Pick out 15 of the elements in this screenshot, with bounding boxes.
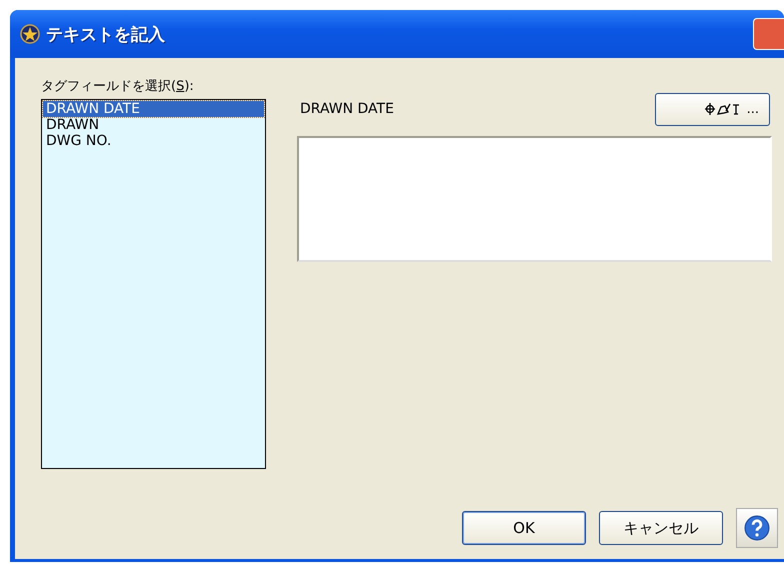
ok-button[interactable]: OK	[462, 511, 586, 545]
cancel-button[interactable]: キャンセル	[599, 511, 723, 545]
insert-field-button[interactable]: ...	[655, 92, 770, 126]
list-item[interactable]: DWG NO.	[43, 133, 264, 149]
close-button[interactable]	[753, 18, 784, 50]
text-input-field[interactable]	[297, 136, 772, 262]
field-name: DRAWN DATE	[300, 101, 394, 117]
list-item[interactable]: DRAWN	[43, 117, 264, 133]
tag-list[interactable]: DRAWN DATE DRAWN DWG NO.	[41, 99, 266, 469]
help-button[interactable]	[736, 508, 778, 548]
star-icon	[20, 24, 40, 44]
list-item[interactable]: DRAWN DATE	[43, 101, 264, 117]
help-icon	[744, 515, 770, 541]
window-title: テキストを記入	[46, 24, 166, 46]
list-label: タグフィールドを選択(S):	[41, 78, 195, 96]
